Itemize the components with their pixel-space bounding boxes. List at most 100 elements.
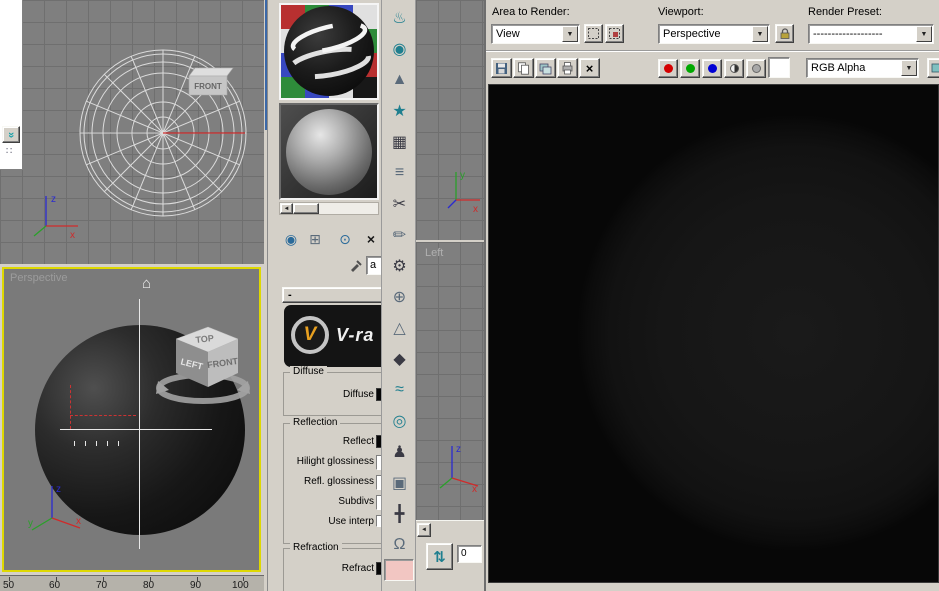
active-viewport-frame: Perspective ⌂ TOP LEFT FRONT z x y xyxy=(2,267,261,572)
track-toggle-button[interactable]: ⇅ xyxy=(426,543,453,570)
viewport-label[interactable]: Left xyxy=(425,247,443,259)
material-sample-active[interactable] xyxy=(279,3,379,100)
front-viewcube[interactable]: FRONT xyxy=(183,64,235,100)
clone-window-button[interactable] xyxy=(535,58,556,78)
3dsmax-workspace: FRONT z x » ∷ Perspective ⌂ TOP LEFT FRO… xyxy=(0,0,939,591)
toolstrip-triangle-icon[interactable]: △ xyxy=(384,314,415,342)
blue-channel-button[interactable] xyxy=(702,59,722,78)
material-name-field[interactable]: a xyxy=(366,256,381,275)
scroll-left-button[interactable]: ◄ xyxy=(417,523,431,537)
eyedropper-icon[interactable] xyxy=(348,257,363,273)
chevron-down-icon[interactable]: ▼ xyxy=(901,60,917,76)
frame-number-field[interactable]: 0 xyxy=(457,545,482,563)
toolstrip-teapot-icon[interactable]: ♨ xyxy=(384,4,415,32)
green-channel-button[interactable] xyxy=(680,59,700,78)
perspective-viewport[interactable]: Perspective ⌂ TOP LEFT FRONT z x y xyxy=(0,265,264,575)
toolstrip-checker-icon[interactable]: ▦ xyxy=(384,128,415,156)
tick-mark xyxy=(118,441,119,446)
channel-display-select[interactable]: RGB Alpha ▼ xyxy=(806,58,919,78)
left-axis-tripod: z x xyxy=(439,444,479,494)
x-axis-label: x xyxy=(472,484,477,494)
blue-channel-icon xyxy=(707,64,717,73)
toolstrip-cone-icon[interactable]: ▲ xyxy=(384,66,415,94)
scroll-left-button[interactable]: ◄ xyxy=(280,203,293,214)
assign-material-icon[interactable]: ⊙ xyxy=(334,229,356,249)
reflection-group: Reflection Reflect Hilight glossiness Re… xyxy=(283,417,381,544)
tick-mark xyxy=(85,441,86,446)
tick-mark xyxy=(96,441,97,446)
top-viewport-sliver[interactable]: y x xyxy=(416,0,484,240)
frame-tick-label: 90 xyxy=(190,580,202,591)
viewport-label[interactable]: Perspective xyxy=(10,272,67,284)
material-grid-icon[interactable]: ⊞ xyxy=(304,229,326,249)
render-canvas[interactable] xyxy=(488,84,939,583)
frame-tick-label: 60 xyxy=(49,580,61,591)
mono-channel-icon xyxy=(729,64,739,73)
printer-icon xyxy=(562,62,573,75)
chevron-down-icon[interactable]: ▼ xyxy=(562,26,578,42)
home-icon[interactable]: ⌂ xyxy=(142,275,151,292)
render-preset-label: Render Preset: xyxy=(808,6,882,18)
sample-scrollbar[interactable]: ◄ xyxy=(279,202,379,215)
toolstrip-scissors-icon[interactable]: ✂ xyxy=(384,190,415,218)
toolstrip-figure-icon[interactable]: ♟ xyxy=(384,438,415,466)
print-image-button[interactable] xyxy=(557,58,578,78)
get-material-sphere-icon[interactable]: ◉ xyxy=(280,229,302,249)
sample-sphere xyxy=(286,109,372,195)
auto-region-icon xyxy=(609,28,620,39)
left-viewport[interactable]: Left z x xyxy=(416,242,484,520)
background-color-swatch[interactable] xyxy=(768,57,790,78)
clipped-toolbar-button[interactable] xyxy=(927,58,939,78)
toolstrip-wind-icon[interactable]: ◎ xyxy=(384,407,415,435)
toolstrip-box-icon[interactable]: ▣ xyxy=(384,469,415,497)
chevron-down-icon[interactable]: ▼ xyxy=(916,26,932,42)
delete-material-icon[interactable]: × xyxy=(360,229,381,249)
toolstrip-stack-icon[interactable]: ≡ xyxy=(384,159,415,187)
chevron-down-icon[interactable]: ▼ xyxy=(752,26,768,42)
clear-x-icon: × xyxy=(585,60,594,76)
save-icon xyxy=(496,62,507,74)
render-preset-select[interactable]: ------------------- ▼ xyxy=(808,24,934,44)
tool-strip: ♨ ◉ ▲ ★ ▦ ≡ ✂ ✏ ⚙ ⊕ △ ◆ ≈ ◎ ♟ ▣ ╋ Ω xyxy=(381,0,416,591)
toolstrip-diamond-icon[interactable]: ◆ xyxy=(384,345,415,373)
toolstrip-cross-icon[interactable]: ╋ xyxy=(384,500,415,528)
lock-viewport-button[interactable] xyxy=(775,24,794,43)
collapse-button[interactable]: » xyxy=(2,126,20,143)
x-axis-label: x xyxy=(473,204,478,215)
save-image-button[interactable] xyxy=(491,58,512,78)
rollout-header[interactable]: - xyxy=(282,287,381,303)
frame-tick-label: 70 xyxy=(96,580,108,591)
toolstrip-omega-icon[interactable]: Ω xyxy=(384,531,415,559)
viewcube[interactable]: TOP LEFT FRONT xyxy=(156,315,250,409)
toolstrip-pencil-icon[interactable]: ✏ xyxy=(384,221,415,249)
rendered-frame-window: Area to Render: Viewport: Render Preset:… xyxy=(484,0,939,591)
diffuse-label: Diffuse xyxy=(343,389,374,400)
scrollbar-thumb[interactable] xyxy=(293,203,319,214)
toolstrip-gear-icon[interactable]: ⚙ xyxy=(384,252,415,280)
viewport-select[interactable]: Perspective ▼ xyxy=(658,24,770,44)
track-bar[interactable]: 50 60 70 80 90 100 xyxy=(0,575,264,591)
reflect-label: Reflect xyxy=(342,436,374,447)
frame-tick-label: 50 xyxy=(3,580,15,591)
mono-channel-button[interactable] xyxy=(724,59,744,78)
area-to-render-select[interactable]: View ▼ xyxy=(491,24,580,44)
copy-image-button[interactable] xyxy=(513,58,534,78)
alpha-channel-button[interactable] xyxy=(746,59,766,78)
clear-image-button[interactable]: × xyxy=(579,58,600,78)
auto-region-button[interactable] xyxy=(605,24,624,43)
group-title: Diffuse xyxy=(290,366,327,377)
toolstrip-star-icon[interactable]: ★ xyxy=(384,97,415,125)
lock-icon xyxy=(780,28,789,39)
toolstrip-sphere-icon[interactable]: ◉ xyxy=(384,35,415,63)
selected-range-field[interactable] xyxy=(384,559,414,581)
viewcube-top-label[interactable]: TOP xyxy=(195,333,214,345)
toolstrip-water-icon[interactable]: ≈ xyxy=(384,376,415,404)
area-to-render-label: Area to Render: xyxy=(492,6,570,18)
z-axis-label: z xyxy=(51,194,56,205)
edit-region-button[interactable] xyxy=(584,24,603,43)
clone-icon xyxy=(539,63,552,74)
material-sample-slot[interactable] xyxy=(279,103,379,200)
toolstrip-plus-circle-icon[interactable]: ⊕ xyxy=(384,283,415,311)
front-viewport[interactable]: FRONT z x » ∷ xyxy=(0,0,264,264)
red-channel-button[interactable] xyxy=(658,59,678,78)
